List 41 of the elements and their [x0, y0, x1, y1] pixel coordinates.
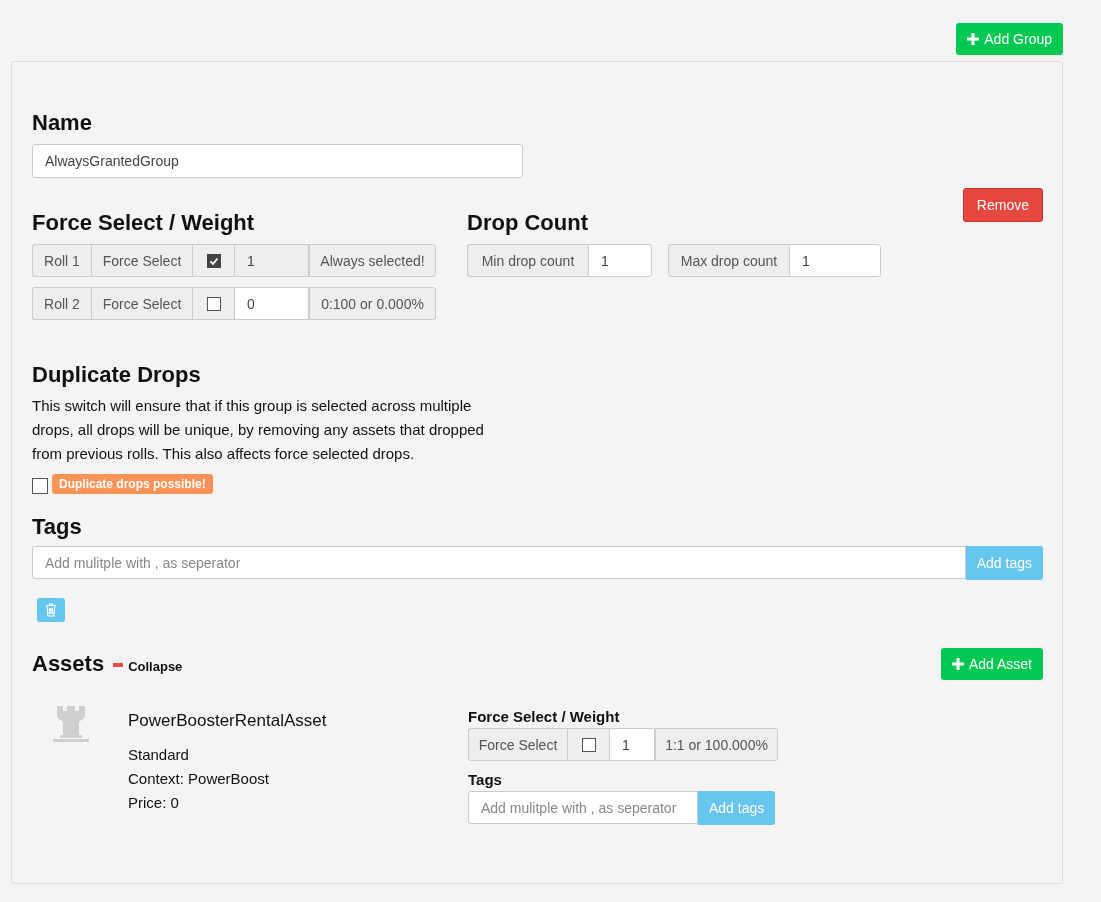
weight-field[interactable]: 0 [234, 287, 309, 320]
force-select-label: Force Select [91, 244, 192, 277]
plus-icon [967, 33, 980, 45]
tags-field[interactable]: Add mulitple with , as seperator [32, 546, 966, 579]
weight-ratio: Always selected! [309, 244, 436, 277]
section-heading: Name [32, 110, 93, 136]
tags-field[interactable]: Add mulitple with , as seperator [468, 791, 698, 824]
field-label: Force Select / Weight [468, 708, 621, 725]
roll-label: Roll 2 [32, 287, 91, 320]
field-label: Tags [468, 771, 503, 788]
warning-badge: Duplicate drops possible! [52, 474, 213, 494]
checkbox[interactable] [581, 737, 596, 752]
remove-button[interactable]: Remove [962, 188, 1043, 222]
drop-count-label: Min drop count [467, 244, 588, 277]
drop-count-label: Max drop count [668, 244, 789, 277]
minus-icon [113, 663, 124, 667]
name-field[interactable]: AlwaysGrantedGroup [32, 144, 523, 178]
asset-detail: Context: PowerBoost [128, 769, 270, 789]
asset-detail: Standard [128, 745, 190, 765]
asset-name: PowerBoosterRentalAsset [128, 711, 328, 731]
collapse-link[interactable]: Collapse [128, 659, 183, 674]
roll-label: Roll 1 [32, 244, 91, 277]
checkbox[interactable] [206, 296, 221, 311]
checkbox[interactable] [32, 478, 48, 494]
section-heading: Duplicate Drops [32, 362, 202, 388]
section-heading: Drop Count [467, 210, 589, 236]
drop-count-field[interactable]: 1 [789, 244, 881, 277]
force-select-label: Force Select [91, 287, 192, 320]
plus-icon [951, 658, 964, 670]
weight-ratio: 1:1 or 100.000% [655, 728, 778, 761]
section-heading: Assets [32, 651, 105, 677]
section-heading: Tags [32, 514, 83, 540]
description-text: This switch will ensure that if this group is selected across multiple drops, all drops will be unique, by removing any assets that dropped from previous rolls. This also affects force selected drops. [32, 396, 485, 464]
weight-field[interactable]: 1 [609, 728, 655, 761]
section-heading: Force Select / Weight [32, 210, 256, 236]
rook-icon [53, 706, 89, 742]
trash-icon [45, 603, 57, 617]
weight-ratio: 0:100 or 0.000% [309, 287, 436, 320]
drop-count-field[interactable]: 1 [588, 244, 652, 277]
force-select-label: Force Select [468, 728, 567, 761]
asset-detail: Price: 0 [128, 793, 180, 813]
